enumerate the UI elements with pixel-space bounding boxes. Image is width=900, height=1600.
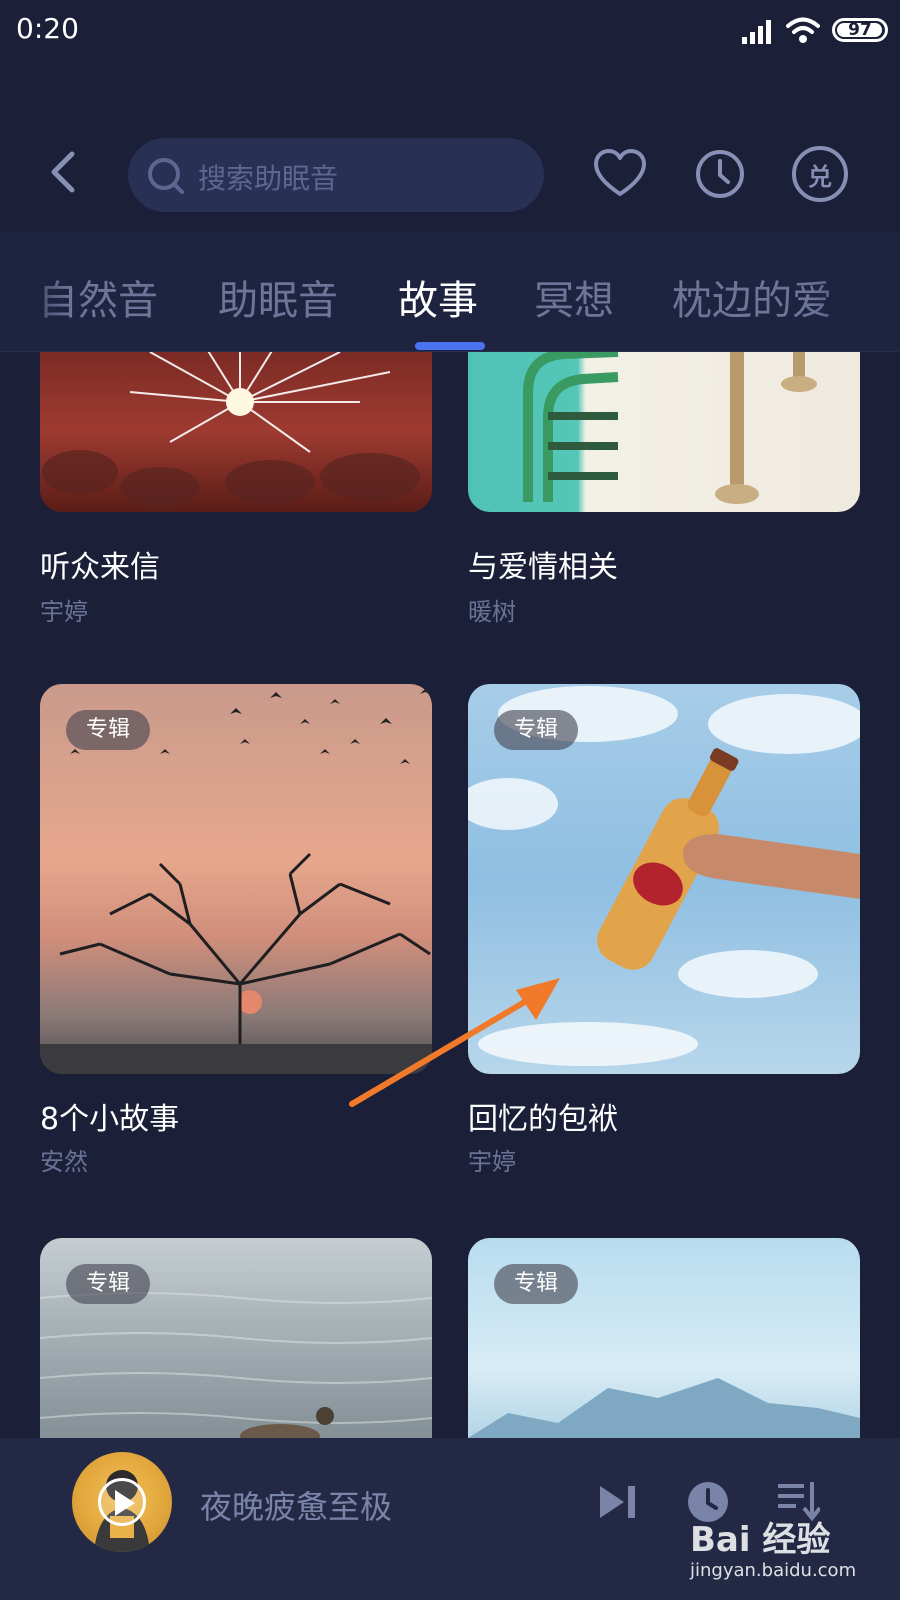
tab-meditation[interactable]: 冥想 [534, 268, 614, 326]
story-card[interactable]: 听众来信 宇婷 [40, 352, 432, 626]
card-title: 与爱情相关 [468, 550, 618, 585]
tab-pillow-love[interactable]: 枕边的爱 [672, 268, 832, 326]
play-button[interactable] [98, 1478, 146, 1526]
back-button[interactable] [44, 148, 84, 196]
card-author: 宇婷 [40, 598, 88, 626]
story-card[interactable]: 专辑 [40, 1238, 432, 1438]
wifi-icon [786, 17, 820, 43]
signal-icon [742, 20, 771, 44]
story-card[interactable]: 专辑 回忆的包袱 宇婷 [468, 684, 860, 1184]
redeem-glyph: 兑 [808, 162, 832, 191]
story-card[interactable]: 与爱情相关 暖树 [468, 352, 860, 626]
album-badge: 专辑 [494, 710, 579, 750]
card-cover-image [40, 352, 432, 512]
story-card[interactable]: 专辑 [468, 1238, 860, 1438]
album-badge: 专辑 [66, 1264, 151, 1304]
status-bar: 0:20 97 [0, 0, 900, 62]
status-time: 0:20 [16, 12, 79, 45]
card-cover-image: 专辑 [468, 1238, 860, 1438]
card-author: 宇婷 [468, 1148, 516, 1176]
category-tabs: 自然音 助眠音 故事 冥想 枕边的爱 [0, 232, 900, 352]
tab-stories[interactable]: 故事 [398, 268, 478, 326]
card-title: 回忆的包袱 [468, 1102, 618, 1137]
card-cover-image: 专辑 [40, 684, 432, 1074]
tabs-fade-left [0, 232, 70, 342]
battery-icon: 97 [832, 18, 888, 42]
next-track-icon[interactable] [596, 1482, 640, 1522]
card-author: 暖树 [468, 598, 516, 626]
redeem-icon[interactable]: 兑 [792, 146, 848, 202]
pool-ladder-illustration [523, 352, 817, 504]
card-cover-image: 专辑 [40, 1238, 432, 1438]
card-author: 安然 [40, 1148, 88, 1176]
clock-icon[interactable] [694, 148, 746, 200]
active-tab-indicator [415, 342, 485, 350]
story-card[interactable]: 专辑 8个小故事 安然 [40, 684, 432, 1184]
album-badge: 专辑 [66, 710, 151, 750]
play-icon [115, 1490, 135, 1516]
heart-icon[interactable] [592, 148, 648, 200]
card-title: 听众来信 [40, 550, 160, 585]
baidu-jingyan-watermark: Bai 经验 jingyan.baidu.com [690, 1512, 890, 1592]
story-grid: 听众来信 宇婷 与爱情相关 暖树 专辑 8个小故事 安然 专辑 回忆的包袱 宇婷… [0, 352, 900, 1438]
track-title: 夜晚疲惫至极 [200, 1488, 393, 1526]
card-cover-image: 专辑 [468, 684, 860, 1074]
tabs-fade-right [810, 232, 900, 342]
fireworks-illustration [42, 352, 420, 507]
card-title: 8个小故事 [40, 1102, 180, 1137]
search-input[interactable]: 搜索助眠音 [128, 138, 544, 212]
watermark-logo: Bai 经验 [690, 1520, 831, 1560]
search-icon [148, 158, 184, 194]
card-cover-image [468, 352, 860, 512]
album-badge: 专辑 [494, 1264, 579, 1304]
header: 搜索助眠音 兑 自然音 助眠音 故事 冥想 枕边的爱 [0, 62, 900, 352]
now-playing-cover[interactable] [72, 1452, 172, 1552]
app-screen: 0:20 97 听众来信 宇婷 与爱情相关 暖树 专辑 8个小故事 安然 专辑 … [0, 0, 900, 1600]
tab-sleep-sounds[interactable]: 助眠音 [218, 268, 338, 326]
watermark-url: jingyan.baidu.com [690, 1560, 857, 1581]
battery-percent: 97 [848, 20, 872, 40]
search-placeholder: 搜索助眠音 [198, 162, 339, 195]
